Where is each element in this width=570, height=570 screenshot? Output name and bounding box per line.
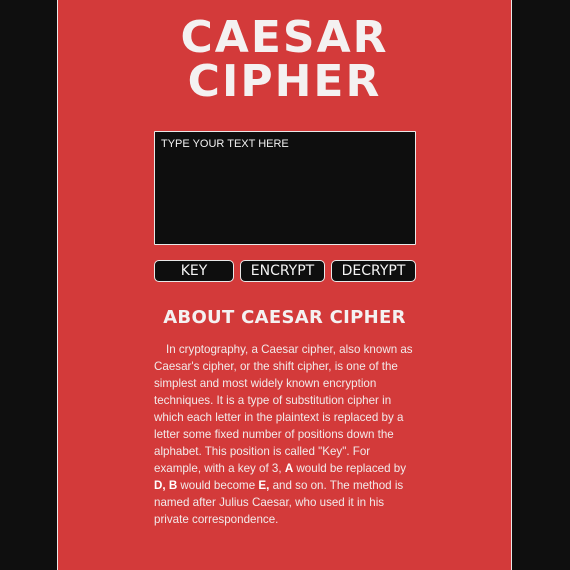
about-bold-3: E, [258,479,270,492]
text-input[interactable] [154,131,416,245]
key-button[interactable]: KEY [154,260,234,282]
about-bold-1: A [284,462,294,475]
main-panel: CAESAR CIPHER KEY ENCRYPT DECRYPT ABOUT … [57,0,512,570]
about-text-part-3: would become [177,479,259,492]
about-text-part-2: would be replaced by [293,462,406,475]
encrypt-button[interactable]: ENCRYPT [240,260,325,282]
page-title-line-1: CAESAR [180,12,389,63]
about-bold-2: D, B [154,479,178,492]
about-text-part-1: In cryptography, a Caesar cipher, also k… [154,343,413,475]
page-title-line-2: CIPHER [187,56,382,107]
decrypt-button[interactable]: DECRYPT [331,260,416,282]
about-paragraph: In cryptography, a Caesar cipher, also k… [154,341,418,528]
about-heading: ABOUT CAESAR CIPHER [163,307,406,328]
page-title: CAESAR CIPHER [58,16,511,104]
